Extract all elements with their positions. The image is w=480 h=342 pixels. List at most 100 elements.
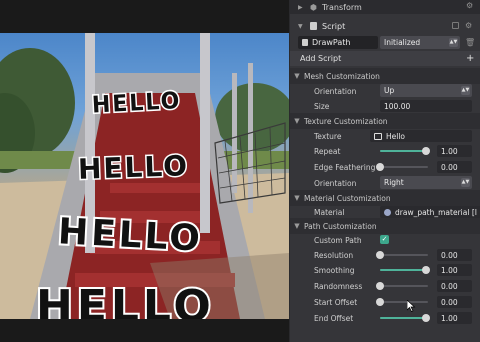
path-text-row-4: HELLO — [34, 279, 215, 319]
slider-knob[interactable] — [376, 251, 384, 259]
script-component-header[interactable]: ▼ Script ⚙ — [290, 18, 480, 34]
path-text-row-3: HELLO — [55, 209, 206, 262]
smoothing-input[interactable]: 1.00 — [437, 264, 472, 276]
section-title: Mesh Customization — [304, 71, 380, 81]
transform-label: Transform — [322, 2, 362, 12]
start-offset-slider[interactable] — [376, 296, 428, 308]
repeat-label: Repeat — [314, 146, 341, 156]
slider-knob[interactable] — [376, 163, 384, 171]
script-instance-row: DrawPath Initialized ▲▼ 🗑 — [290, 35, 480, 50]
edge-feathering-label: Edge Feathering — [314, 162, 376, 172]
slider-knob[interactable] — [421, 147, 430, 155]
image-icon — [374, 132, 382, 140]
start-offset-label: Start Offset — [314, 297, 358, 307]
edge-feathering-slider[interactable] — [376, 161, 428, 173]
mouse-cursor-icon — [407, 300, 416, 312]
add-script-label: Add Script — [300, 54, 342, 63]
texture-picker[interactable]: Hello — [370, 130, 472, 142]
dropdown-caret-icon: ▲▼ — [449, 38, 458, 47]
transform-component-row[interactable]: ▶ ⬢ Transform ⚙ — [290, 0, 480, 14]
section-title: Path Customization — [304, 221, 377, 231]
settings-gear-icon[interactable]: ⚙ — [466, 1, 473, 10]
smoothing-label: Smoothing — [314, 265, 355, 275]
orientation-label: Orientation — [314, 178, 357, 188]
smoothing-row: Smoothing 1.00 — [290, 262, 480, 278]
script-file-icon — [310, 22, 317, 30]
add-script-bar[interactable]: Add Script + — [290, 51, 480, 66]
camera-preview: HELLO HELLO HELLO HELLO — [0, 0, 289, 342]
repeat-row: Repeat 1.00 — [290, 143, 480, 159]
script-state-dropdown[interactable]: Initialized ▲▼ — [380, 36, 460, 49]
texture-orientation-value: Right — [384, 178, 404, 187]
orientation-label: Orientation — [314, 86, 357, 96]
end-offset-label: End Offset — [314, 313, 354, 323]
mesh-customization-header[interactable]: ▼ Mesh Customization — [290, 68, 480, 84]
mesh-orientation-value: Up — [384, 86, 395, 95]
texture-customization-header[interactable]: ▼ Texture Customization — [290, 113, 480, 129]
material-value: draw_path_material [I — [395, 207, 477, 217]
slider-knob[interactable] — [421, 266, 430, 274]
inspector-panel: ▶ ⬢ Transform ⚙ ▼ Script ⚙ DrawPath Init… — [289, 0, 480, 342]
repeat-input[interactable]: 1.00 — [437, 145, 472, 157]
texture-row: Texture Hello — [290, 128, 480, 144]
transform-icon: ⬢ — [310, 2, 317, 12]
script-file-icon — [302, 39, 308, 46]
edge-feathering-input[interactable]: 0.00 — [437, 161, 472, 173]
randomness-label: Randomness — [314, 281, 363, 291]
end-offset-slider[interactable] — [380, 312, 430, 324]
dropdown-caret-icon: ▲▼ — [461, 86, 470, 95]
slider-knob[interactable] — [421, 314, 430, 322]
custom-path-checkbox[interactable]: ✓ — [380, 235, 389, 244]
resolution-row: Resolution 0.00 — [290, 247, 480, 263]
section-title: Texture Customization — [304, 116, 388, 126]
collapse-chevron-icon[interactable]: ▼ — [290, 117, 304, 125]
material-sphere-icon — [384, 208, 391, 216]
start-offset-row: Start Offset 0.00 — [290, 294, 480, 310]
collapse-chevron-icon[interactable]: ▼ — [290, 72, 304, 80]
collapse-chevron-icon[interactable]: ▼ — [290, 194, 304, 202]
material-picker[interactable]: draw_path_material [I — [380, 206, 480, 218]
script-label: Script — [322, 21, 346, 31]
slider-knob[interactable] — [376, 282, 384, 290]
size-label: Size — [314, 101, 330, 111]
texture-value: Hello — [386, 131, 406, 141]
resolution-slider[interactable] — [376, 249, 428, 261]
randomness-row: Randomness 0.00 — [290, 278, 480, 294]
settings-gear-icon[interactable]: ⚙ — [465, 21, 472, 30]
trash-icon[interactable]: 🗑 — [465, 38, 475, 47]
mesh-orientation-row: Orientation Up ▲▼ — [290, 83, 480, 99]
resolution-label: Resolution — [314, 250, 354, 260]
material-label: Material — [314, 207, 345, 217]
script-state-value: Initialized — [384, 38, 421, 47]
randomness-slider[interactable] — [376, 280, 428, 292]
edge-feathering-row: Edge Feathering 0.00 — [290, 159, 480, 175]
custom-path-label: Custom Path — [314, 235, 362, 245]
smoothing-slider[interactable] — [380, 264, 430, 276]
custom-path-row: Custom Path ✓ — [290, 232, 480, 248]
texture-orientation-row: Orientation Right ▲▼ — [290, 175, 480, 191]
end-offset-input[interactable]: 1.00 — [437, 312, 472, 324]
add-icon[interactable]: + — [466, 53, 474, 64]
script-name-field[interactable]: DrawPath — [298, 36, 378, 49]
script-name-text: DrawPath — [312, 38, 351, 47]
path-text-row-2: HELLO — [76, 148, 191, 188]
dropdown-caret-icon: ▲▼ — [461, 178, 470, 187]
expand-chevron-icon[interactable]: ▶ — [298, 4, 303, 11]
randomness-input[interactable]: 0.00 — [437, 280, 472, 292]
start-offset-input[interactable]: 0.00 — [437, 296, 472, 308]
repeat-slider[interactable] — [380, 145, 430, 157]
mesh-orientation-dropdown[interactable]: Up ▲▼ — [380, 84, 472, 97]
mesh-size-row: Size 100.00 — [290, 98, 480, 114]
resolution-input[interactable]: 0.00 — [437, 249, 472, 261]
path-text-row-1: HELLO — [90, 87, 184, 121]
texture-orientation-dropdown[interactable]: Right ▲▼ — [380, 176, 472, 189]
slider-knob[interactable] — [376, 298, 384, 306]
collapse-chevron-icon[interactable]: ▼ — [298, 23, 303, 30]
collapse-chevron-icon[interactable]: ▼ — [290, 222, 304, 230]
end-offset-row: End Offset 1.00 — [290, 310, 480, 326]
texture-label: Texture — [314, 131, 342, 141]
preview-viewport[interactable]: HELLO HELLO HELLO HELLO — [0, 33, 289, 319]
size-input[interactable]: 100.00 — [380, 100, 472, 112]
section-title: Material Customization — [304, 193, 391, 203]
enabled-checkbox[interactable] — [452, 22, 459, 29]
